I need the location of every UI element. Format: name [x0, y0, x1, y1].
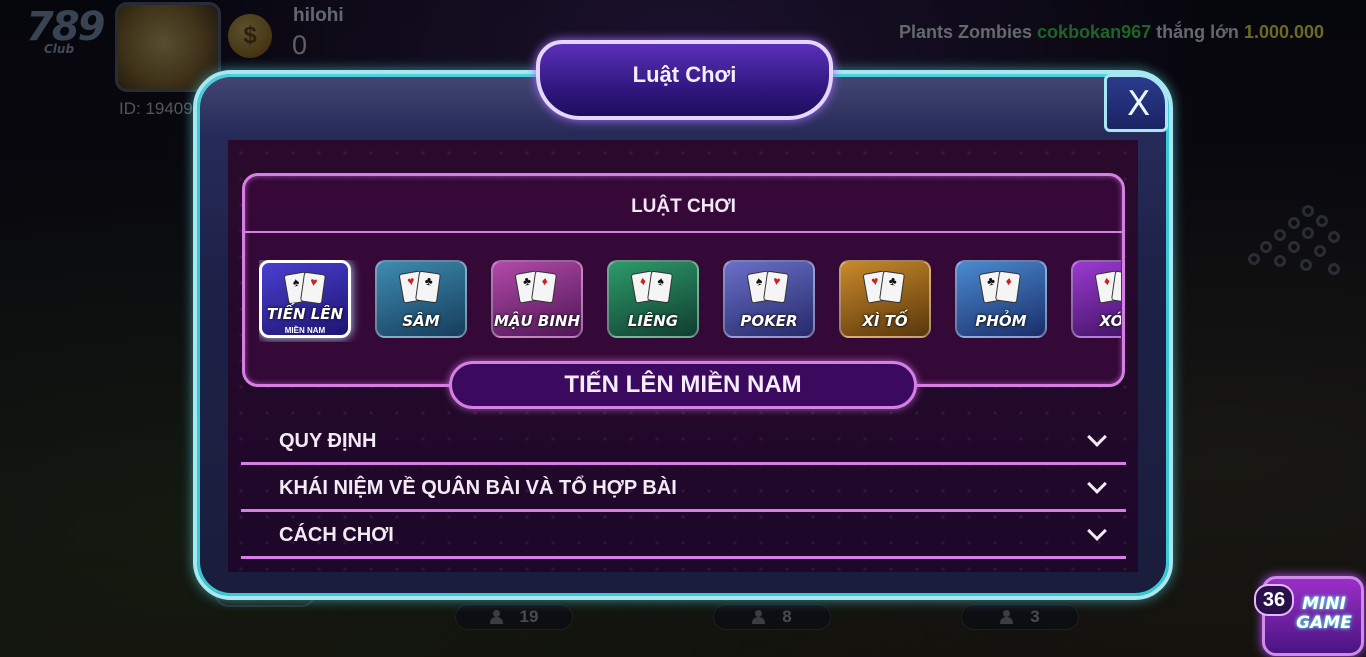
- game-tile[interactable]: ♦♠ XÓC: [1071, 260, 1121, 338]
- game-tile[interactable]: ♥ ♣ XÌ TỐ: [839, 260, 931, 338]
- modal-title: Luật Chơi: [632, 62, 737, 87]
- modal-content: LUẬT CHƠI ♠ ♥ TIẾN LÊN MIỀN NAM ♥ ♣ SÂM ♣ ♦ MẬU B…: [228, 140, 1138, 572]
- game-tile[interactable]: ♥ ♣ SÂM: [375, 260, 467, 338]
- mini-game-badge: 36: [1254, 584, 1294, 616]
- divider: [245, 231, 1122, 233]
- close-button[interactable]: X: [1104, 74, 1168, 132]
- chevron-down-icon[interactable]: [1087, 521, 1107, 541]
- section-quy-dinh[interactable]: QUY ĐỊNH: [241, 418, 1126, 465]
- selected-game-title: TIẾN LÊN MIỀN NAM: [449, 361, 917, 409]
- game-tile-label: MẬU BINH: [493, 312, 581, 330]
- mini-game-label: MINI GAME: [1296, 594, 1352, 633]
- game-tile-sublabel: MIỀN NAM: [284, 326, 326, 335]
- chevron-down-icon[interactable]: [1087, 427, 1107, 447]
- playing-cards-icon: ♠ ♥: [283, 271, 330, 307]
- section-label: KHÁI NIỆM VỀ QUÂN BÀI VÀ TỔ HỢP BÀI: [279, 477, 677, 499]
- rules-sections: QUY ĐỊNH KHÁI NIỆM VỀ QUÂN BÀI VÀ TỔ HỢP…: [241, 418, 1126, 559]
- game-tile-label: SÂM: [402, 312, 440, 330]
- game-tile-label: PHỎM: [975, 312, 1027, 330]
- game-tile[interactable]: ♠ ♥ POKER: [723, 260, 815, 338]
- game-tile-label: LIÊNG: [627, 312, 679, 330]
- game-tile-label: XÓC: [1099, 312, 1121, 330]
- game-tile[interactable]: ♦ ♠ LIÊNG: [607, 260, 699, 338]
- playing-cards-icon: ♥ ♣: [862, 270, 909, 306]
- game-tile[interactable]: ♠ ♥ TIẾN LÊN MIỀN NAM: [259, 260, 351, 338]
- playing-cards-icon: ♦♠: [630, 270, 677, 306]
- games-heading: LUẬT CHƠI: [631, 196, 736, 217]
- playing-cards-icon: ♣ ♦: [978, 270, 1025, 306]
- chevron-down-icon[interactable]: [1087, 474, 1107, 494]
- game-tile[interactable]: ♣ ♦ PHỎM: [955, 260, 1047, 338]
- section-cach-choi[interactable]: CÁCH CHƠI: [241, 512, 1126, 559]
- playing-cards-icon: ♣ ♦: [514, 270, 561, 306]
- game-tile[interactable]: ♣ ♦ MẬU BINH: [491, 260, 583, 338]
- game-tile-row[interactable]: ♠ ♥ TIẾN LÊN MIỀN NAM ♥ ♣ SÂM ♣ ♦ MẬU BINH ♦ ♠ LIÊNG…: [259, 260, 1121, 342]
- section-label: CÁCH CHƠI: [279, 524, 394, 546]
- section-label: QUY ĐỊNH: [279, 430, 377, 452]
- section-khai-niem[interactable]: KHÁI NIỆM VỀ QUÂN BÀI VÀ TỔ HỢP BÀI: [241, 465, 1126, 512]
- playing-cards-icon: ♦♠: [1094, 270, 1121, 306]
- playing-cards-icon: ♥ ♣: [398, 270, 445, 306]
- game-selector-panel: LUẬT CHƠI ♠ ♥ TIẾN LÊN MIỀN NAM ♥ ♣ SÂM ♣ ♦ MẬU B…: [242, 173, 1125, 387]
- game-tile-label: XÌ TỐ: [862, 312, 908, 330]
- game-tile-label: TIẾN LÊN: [266, 305, 344, 323]
- close-icon: X: [1127, 84, 1151, 124]
- game-tile-label: POKER: [740, 312, 798, 330]
- playing-cards-icon: ♠ ♥: [746, 270, 793, 306]
